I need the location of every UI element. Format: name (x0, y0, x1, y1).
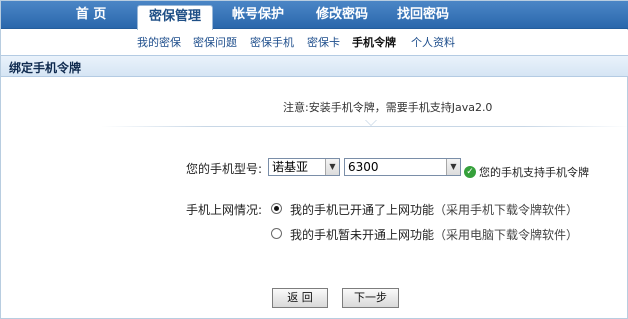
nav-recover-password[interactable]: 找回密码 (388, 1, 458, 29)
brand-select-value: 诺基亚 (272, 160, 309, 174)
section-header: 绑定手机令牌 (1, 55, 628, 77)
option-offline-hint: （采用电脑下载令牌软件） (434, 228, 579, 242)
support-status: 您的手机支持手机令牌 (479, 166, 589, 179)
nav-security-management[interactable]: 密保管理 (137, 5, 213, 31)
radio-offline[interactable] (271, 228, 282, 239)
option-online-hint: （采用手机下载令牌软件） (434, 203, 579, 217)
radio-online[interactable] (271, 203, 282, 214)
nav-home[interactable]: 首 页 (63, 1, 119, 29)
chevron-down-icon: ▼ (446, 159, 460, 175)
top-nav: 首 页 密保管理 帐号保护 修改密码 找回密码 (1, 1, 628, 31)
sub-nav: 我的密保 密保问题 密保手机 密保卡 手机令牌 个人资料 (1, 30, 628, 55)
option-online-text: 我的手机已开通了上网功能 (290, 203, 435, 217)
nav-account-protection[interactable]: 帐号保护 (223, 1, 293, 29)
subnav-mobile-token[interactable]: 手机令牌 (352, 34, 396, 50)
subnav-security-phone[interactable]: 密保手机 (250, 34, 294, 50)
divider-notch-inner (366, 120, 376, 125)
divider-line (101, 126, 628, 127)
subnav-personal-info[interactable]: 个人资料 (411, 34, 455, 50)
option-offline: 我的手机暂未开通上网功能（采用电脑下载令牌软件） (290, 226, 578, 243)
internet-label: 手机上网情况: (186, 203, 263, 217)
section-title: 绑定手机令牌 (9, 61, 82, 75)
option-online: 我的手机已开通了上网功能（采用手机下载令牌软件） (290, 201, 578, 218)
page-frame: 首 页 密保管理 帐号保护 修改密码 找回密码 我的密保 密保问题 密保手机 密… (0, 0, 628, 319)
model-select-value: 6300 (348, 160, 379, 174)
subnav-my-security[interactable]: 我的密保 (137, 34, 181, 50)
phone-model-label: 您的手机型号: (186, 162, 263, 176)
nav-change-password[interactable]: 修改密码 (307, 1, 377, 29)
option-offline-text: 我的手机暂未开通上网功能 (290, 228, 435, 242)
next-button[interactable]: 下一步 (342, 288, 399, 308)
model-select[interactable]: 6300 ▼ (344, 158, 461, 176)
java-notice: 注意:安装手机令牌，需要手机支持Java2.0 (283, 101, 493, 114)
brand-select[interactable]: 诺基亚 ▼ (268, 158, 340, 176)
back-button[interactable]: 返 回 (272, 288, 328, 308)
notice-divider (101, 120, 628, 134)
chevron-down-icon: ▼ (325, 159, 339, 175)
check-icon: ✓ (464, 166, 476, 178)
subnav-security-card[interactable]: 密保卡 (307, 34, 340, 50)
subnav-security-questions[interactable]: 密保问题 (193, 34, 237, 50)
